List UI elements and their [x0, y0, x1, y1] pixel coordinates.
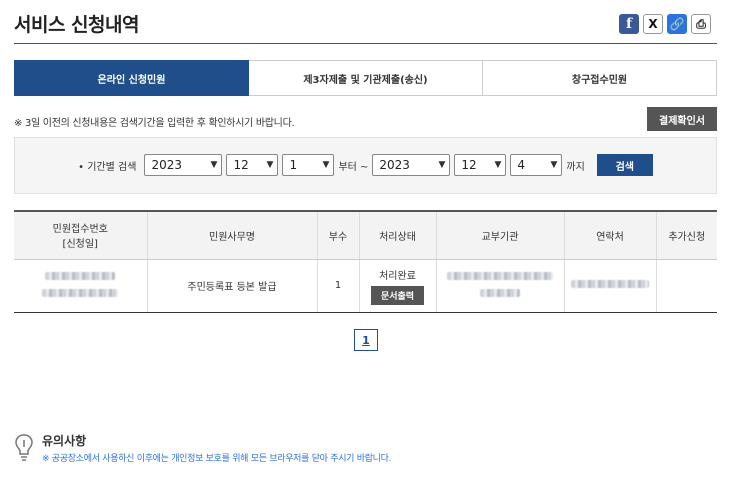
table-header-row: 민원접수번호 [신청일] 민원사무명 부수 처리상태 교부기관 연락처 추가신청	[14, 210, 717, 260]
to-suffix: 까지	[566, 161, 585, 173]
link-icon[interactable]: 🔗	[667, 14, 687, 34]
col-issuing-agency: 교부기관	[435, 210, 564, 260]
to-year-select[interactable]: 2023 ▼	[372, 154, 451, 176]
col-contact: 연락처	[563, 210, 656, 260]
lightbulb-icon	[15, 434, 33, 461]
share-toolbar: f X 🔗 ⎙	[619, 14, 711, 34]
additional-request	[655, 259, 717, 313]
to-day-select[interactable]: 4 ▼	[510, 154, 563, 176]
chevron-down-icon: ▼	[210, 160, 218, 170]
col-status: 처리상태	[358, 210, 436, 260]
search-panel: • 기간별 검색 2023 ▼ 12 ▼ 1 ▼ 부터 ~ 2023 ▼ 12 ▼ 4 ▼ …	[14, 137, 717, 194]
tab-online-requests[interactable]: 온라인 신청민원	[14, 60, 249, 96]
col-receipt-number: 민원접수번호 [신청일]	[14, 210, 147, 260]
status-cell: 처리완료 문서출력	[358, 259, 436, 313]
search-label: • 기간별 검색	[78, 161, 137, 173]
from-day-select[interactable]: 1 ▼	[282, 154, 335, 176]
chevron-down-icon: ▼	[438, 160, 446, 170]
from-suffix: 부터 ~	[338, 161, 369, 173]
title-divider	[14, 43, 717, 44]
x-icon[interactable]: X	[643, 14, 663, 34]
print-icon[interactable]: ⎙	[691, 14, 711, 34]
payment-confirmation-button[interactable]: 결제확인서	[647, 107, 717, 131]
col-additional-request: 추가신청	[655, 210, 717, 260]
page-title: 서비스 신청내역	[14, 14, 139, 36]
issuing-agency-redacted	[435, 259, 564, 313]
contact-redacted	[563, 259, 656, 313]
receipt-number-redacted	[14, 259, 147, 313]
tab-counter-requests[interactable]: 창구접수민원	[483, 60, 717, 96]
search-button[interactable]: 검색	[596, 154, 653, 176]
tab-bar: 온라인 신청민원 제3자제출 및 기관제출(송신) 창구접수민원	[14, 60, 717, 96]
facebook-icon[interactable]: f	[619, 14, 639, 34]
chevron-down-icon: ▼	[322, 160, 330, 170]
from-month-select[interactable]: 12 ▼	[226, 154, 279, 176]
from-year-select[interactable]: 2023 ▼	[144, 154, 223, 176]
tab-third-party-submission[interactable]: 제3자제출 및 기관제출(송신)	[249, 60, 483, 96]
caution-title: 유의사항	[42, 434, 87, 448]
to-month-select[interactable]: 12 ▼	[454, 154, 507, 176]
chevron-down-icon: ▼	[266, 160, 274, 170]
search-notice: ※ 3일 이전의 신청내용은 검색기간을 입력한 후 확인하시기 바랍니다.	[14, 118, 295, 129]
status-text: 처리완료	[379, 270, 416, 282]
copies: 1	[316, 259, 359, 313]
request-table: 민원접수번호 [신청일] 민원사무명 부수 처리상태 교부기관 연락처 추가신청 …	[14, 210, 717, 313]
chevron-down-icon: ▼	[550, 160, 558, 170]
page-number-current[interactable]: 1	[354, 329, 378, 351]
col-copies: 부수	[316, 210, 359, 260]
table-row: 주민등록표 등본 발급 1 처리완료 문서출력	[14, 259, 717, 313]
chevron-down-icon: ▼	[494, 160, 502, 170]
col-service-name: 민원사무명	[146, 210, 317, 260]
caution-text: ※ 공공장소에서 사용하신 이후에는 개인정보 보호를 위해 모든 브라우저를 …	[42, 454, 392, 464]
service-name: 주민등록표 등본 발급	[146, 259, 317, 313]
print-document-button[interactable]: 문서출력	[370, 285, 425, 305]
